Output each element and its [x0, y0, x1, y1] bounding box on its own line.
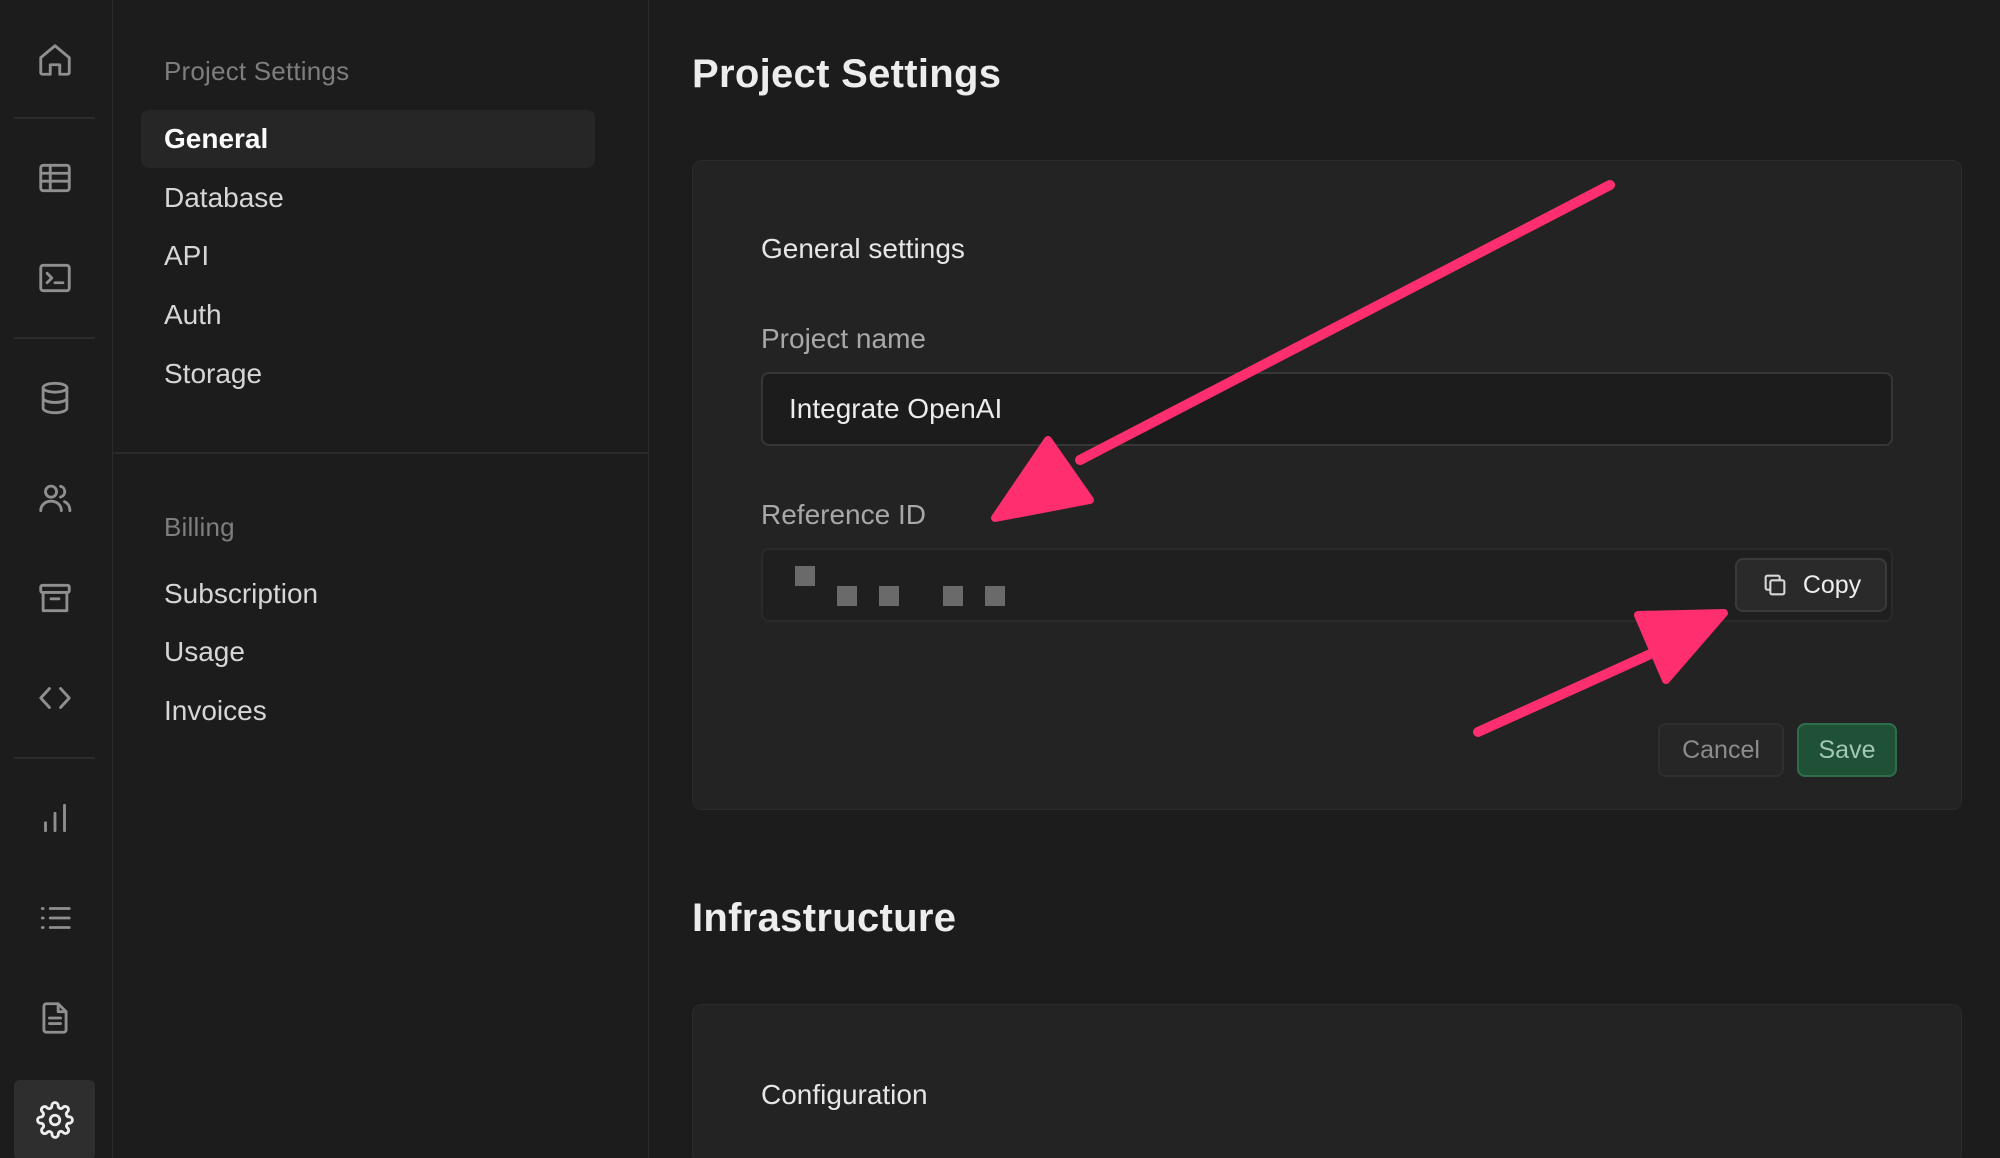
logs-icon[interactable] [14, 886, 95, 950]
card-title: General settings [761, 233, 965, 264]
reference-id-field[interactable]: Copy [761, 548, 1893, 622]
infrastructure-title: Infrastructure [692, 896, 957, 940]
sidebar-item-database[interactable]: Database [141, 169, 595, 227]
sidebar-heading-billing: Billing [164, 512, 235, 542]
icon-rail [0, 0, 113, 1158]
reports-icon[interactable] [14, 786, 95, 850]
page-title: Project Settings [692, 52, 1002, 96]
project-name-label: Project name [761, 323, 926, 354]
copy-button-label: Copy [1802, 570, 1862, 599]
sidebar-heading-project-settings: Project Settings [164, 56, 350, 86]
sidebar-item-subscription[interactable]: Subscription [141, 565, 595, 623]
rail-divider [14, 757, 95, 759]
sql-editor-icon[interactable] [14, 246, 95, 310]
settings-sidebar: Project Settings General Database API Au… [113, 0, 649, 1158]
sidebar-item-general[interactable]: General [141, 110, 595, 168]
rail-divider [14, 117, 95, 119]
general-settings-card: General settings Project name Reference … [692, 160, 1962, 810]
storage-icon[interactable] [14, 566, 95, 630]
sidebar-item-invoices[interactable]: Invoices [141, 682, 595, 740]
sidebar-item-auth[interactable]: Auth [141, 286, 595, 344]
sidebar-item-storage[interactable]: Storage [141, 345, 595, 403]
project-name-input[interactable] [761, 372, 1893, 446]
api-code-icon[interactable] [14, 666, 95, 730]
sidebar-divider [113, 452, 648, 454]
table-editor-icon[interactable] [14, 146, 95, 210]
sidebar-item-usage[interactable]: Usage [141, 623, 595, 681]
sidebar-item-api[interactable]: API [141, 227, 595, 285]
cancel-button[interactable]: Cancel [1658, 723, 1784, 777]
copy-button[interactable]: Copy [1735, 558, 1887, 612]
copy-icon [1764, 574, 1786, 596]
configuration-card: Configuration [692, 1004, 1962, 1158]
database-icon[interactable] [14, 366, 95, 430]
home-icon[interactable] [14, 28, 95, 92]
configuration-title: Configuration [761, 1079, 928, 1110]
app-window: Project Settings General Database API Au… [0, 0, 2000, 1158]
docs-icon[interactable] [14, 986, 95, 1050]
save-button[interactable]: Save [1797, 723, 1897, 777]
users-icon[interactable] [14, 466, 95, 530]
reference-id-label: Reference ID [761, 499, 926, 530]
rail-divider [14, 337, 95, 339]
settings-icon[interactable] [14, 1080, 95, 1158]
